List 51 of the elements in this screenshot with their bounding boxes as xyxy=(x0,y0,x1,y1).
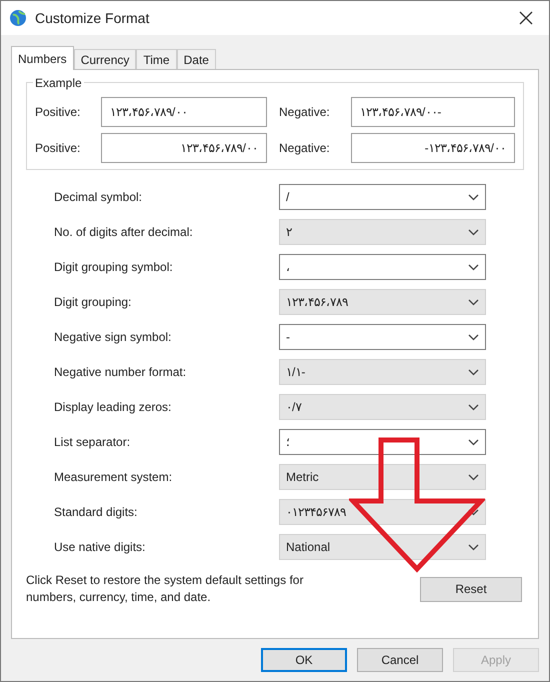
chevron-down-icon xyxy=(468,438,479,446)
setting-label: Standard digits: xyxy=(54,504,138,521)
tab[interactable]: Currency xyxy=(74,49,136,69)
setting-label: Decimal symbol: xyxy=(54,189,144,206)
example-field: ۱۲۳،۴۵۶،۷۸۹/۰۰ xyxy=(101,133,267,163)
dropdown[interactable]: ۱۲۳،۴۵۶،۷۸۹ xyxy=(279,289,486,315)
field-label: Positive: xyxy=(35,104,82,121)
chevron-down-icon xyxy=(468,474,479,480)
tab[interactable]: Time xyxy=(136,49,177,69)
chevron-down-icon xyxy=(468,508,479,516)
dropdown[interactable]: ، xyxy=(279,254,486,280)
setting-label: No. of digits after decimal: xyxy=(54,224,194,241)
setting-label: Negative sign symbol: xyxy=(54,329,172,346)
tab[interactable]: Date xyxy=(176,49,216,69)
example-field: -۱۲۳،۴۵۶،۷۸۹/۰۰ xyxy=(351,133,515,163)
chevron-down-icon xyxy=(468,264,479,270)
chevron-down-icon xyxy=(468,544,479,550)
setting-label: Display leading zeros: xyxy=(54,399,172,416)
chevron-down-icon xyxy=(468,298,479,306)
chevron-down-icon xyxy=(468,404,479,410)
setting-label: Measurement system: xyxy=(54,469,174,486)
window-title: Customize Format xyxy=(35,8,150,28)
globe-icon xyxy=(9,9,27,27)
chevron-down-icon xyxy=(468,194,479,200)
dropdown[interactable]: / xyxy=(279,184,486,210)
setting-label: Digit grouping: xyxy=(54,294,132,311)
dropdown[interactable]: ؛ xyxy=(279,429,486,455)
close-icon xyxy=(519,11,533,25)
example-field: ۱۲۳،۴۵۶،۷۸۹/۰۰ xyxy=(101,97,267,127)
setting-label: Digit grouping symbol: xyxy=(54,259,174,276)
chevron-down-icon xyxy=(468,368,479,376)
reset-note: Click Reset to restore the system default settings for numbers, currency, time, and date. xyxy=(26,572,304,606)
dropdown[interactable]: ۰/۷ xyxy=(279,394,486,420)
field-label: Negative: xyxy=(279,104,331,121)
dropdown[interactable]: ۱/۱- xyxy=(279,359,486,385)
dialog-button[interactable]: OK xyxy=(261,648,347,672)
dropdown[interactable]: - xyxy=(279,324,486,350)
field-label: Positive: xyxy=(35,140,82,157)
dropdown[interactable]: National xyxy=(279,534,486,560)
field-label: Negative: xyxy=(279,140,331,157)
chevron-down-icon xyxy=(468,228,479,236)
dropdown[interactable]: Metric xyxy=(279,464,486,490)
setting-label: Use native digits: xyxy=(54,539,146,556)
setting-label: List separator: xyxy=(54,434,132,451)
setting-label: Negative number format: xyxy=(54,364,188,381)
reset-button[interactable]: Reset xyxy=(420,576,522,602)
tab[interactable]: Numbers xyxy=(11,46,74,70)
dropdown[interactable]: ۲ xyxy=(279,219,486,245)
chevron-down-icon xyxy=(468,334,479,340)
dialog-button[interactable]: Cancel xyxy=(357,648,443,672)
example-field: ۱۲۳،۴۵۶،۷۸۹/۰۰- xyxy=(351,97,515,127)
